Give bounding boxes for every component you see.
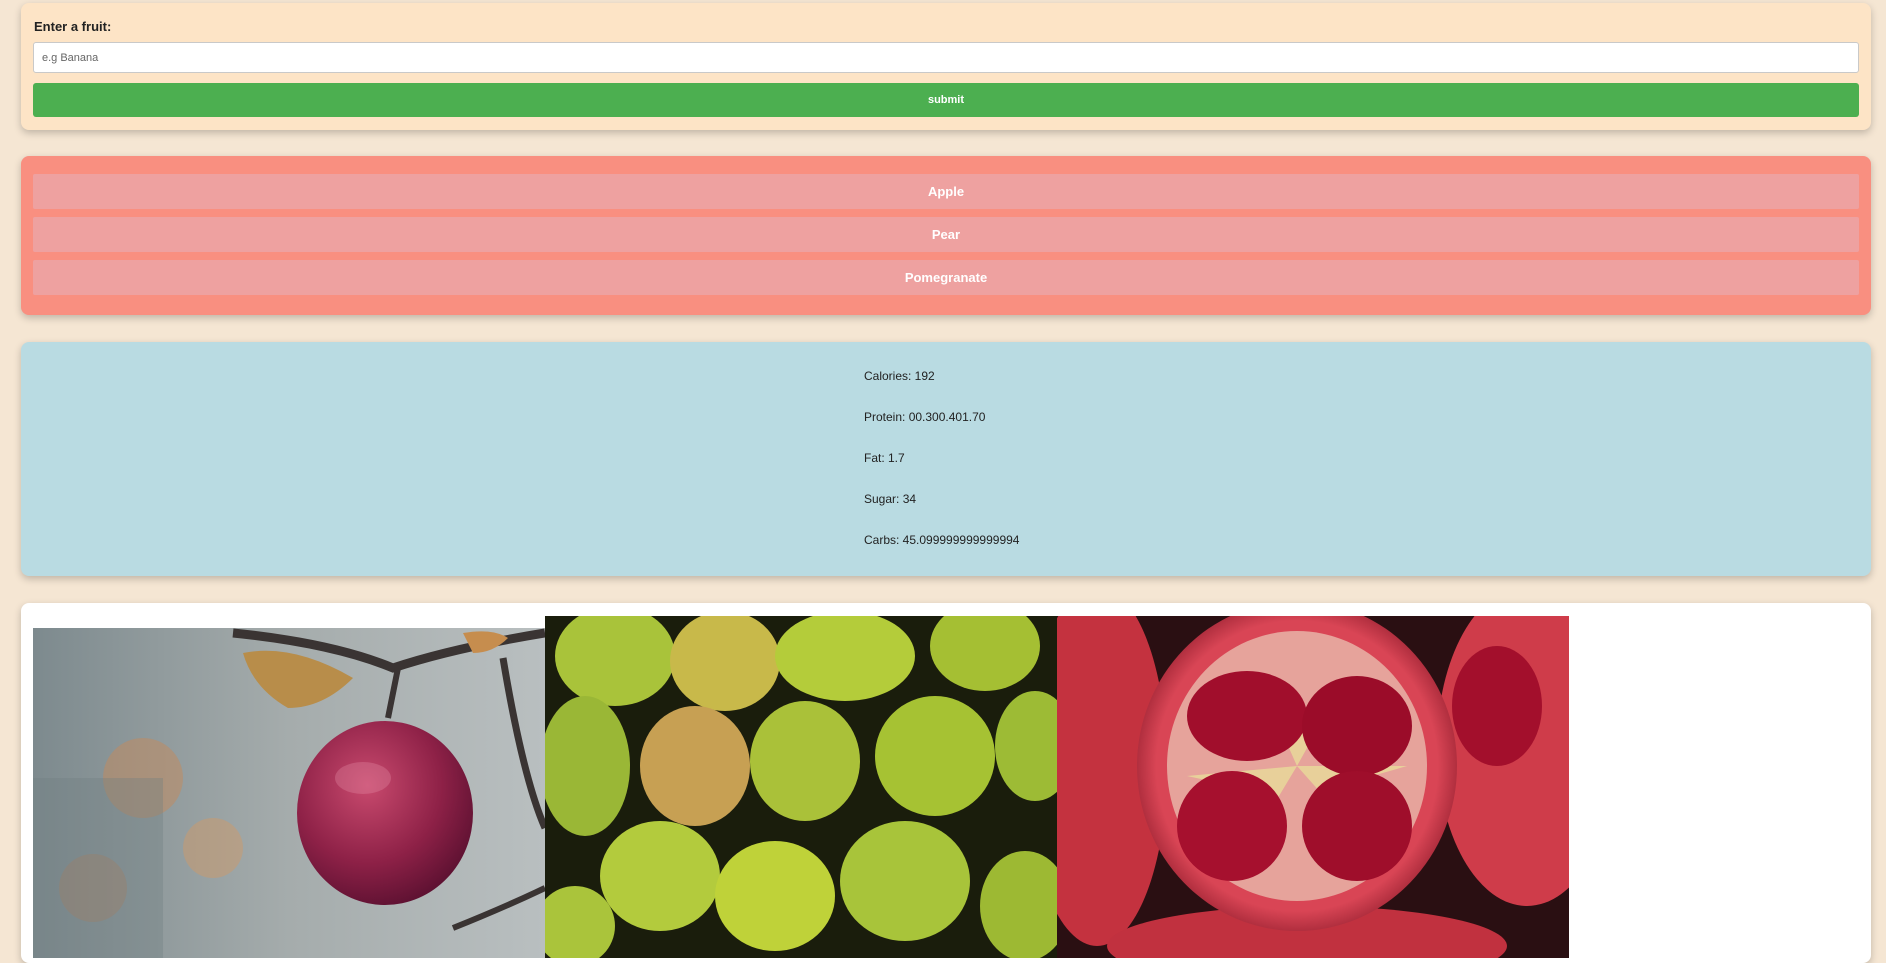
calories-text: Calories: 192 [864, 369, 935, 383]
fruit-input[interactable] [33, 42, 1859, 73]
apple-image [33, 628, 545, 958]
fruit-form-card: Enter a fruit: submit [21, 3, 1871, 130]
fruit-button-apple[interactable]: Apple [33, 174, 1859, 209]
pomegranate-image [1057, 616, 1569, 958]
fruit-button-pear[interactable]: Pear [33, 217, 1859, 252]
carbs-text: Carbs: 45.099999999999994 [864, 533, 1020, 547]
fruit-input-label: Enter a fruit: [34, 19, 112, 34]
protein-text: Protein: 00.300.401.70 [864, 410, 986, 424]
fruit-gallery-card [21, 603, 1871, 963]
fruit-list-card: Apple Pear Pomegranate [21, 156, 1871, 315]
fruit-button-pomegranate[interactable]: Pomegranate [33, 260, 1859, 295]
nutrition-card: Calories: 192 Protein: 00.300.401.70 Fat… [21, 342, 1871, 576]
sugar-text: Sugar: 34 [864, 492, 917, 506]
fat-text: Fat: 1.7 [864, 451, 905, 465]
submit-button[interactable]: submit [33, 83, 1859, 117]
pears-image [545, 616, 1057, 958]
